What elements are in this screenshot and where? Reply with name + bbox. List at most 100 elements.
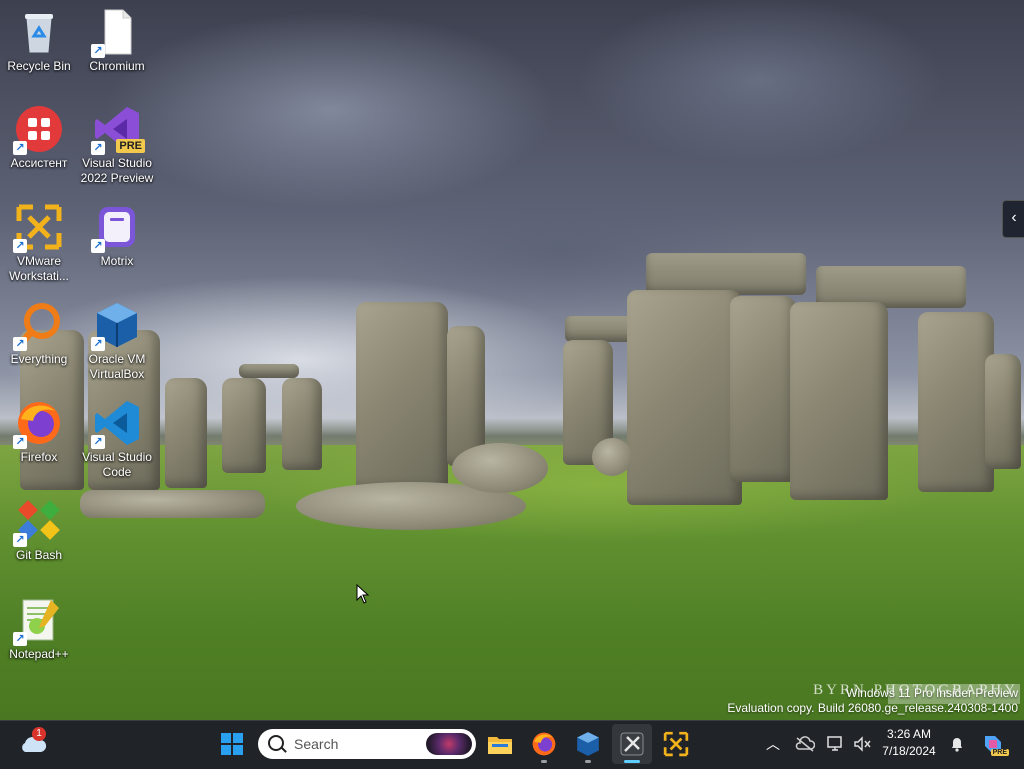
network-icon (827, 736, 842, 751)
desktop-icon-chromium[interactable]: ↗ Chromium (78, 8, 156, 74)
active-app-indicator (624, 760, 640, 763)
fallen-stone (452, 443, 548, 493)
lintel-stone (239, 364, 299, 378)
os-edition-text: Windows 11 Pro Insider Preview (846, 686, 1018, 700)
desktop-icon-label: Git Bash (15, 548, 63, 562)
lintel-stone (646, 253, 806, 295)
taskbar-vmware[interactable] (656, 724, 696, 764)
tools-icon (620, 732, 644, 756)
shortcut-arrow-icon: ↗ (91, 44, 105, 58)
desktop-icon-label: Visual Studio 2022 Preview (80, 156, 154, 185)
standing-stone (627, 290, 742, 505)
search-placeholder: Search (294, 736, 339, 752)
desktop-icon-label: Chromium (89, 59, 145, 73)
desktop-icon-motrix[interactable]: ↗ Motrix (78, 203, 156, 269)
desktop-icon-label: Ассистент (10, 156, 68, 170)
virtualbox-icon: ↗ (91, 301, 141, 351)
search-icon (268, 735, 284, 751)
standing-stone (165, 378, 207, 488)
everything-search-icon: ↗ (13, 301, 63, 351)
shortcut-arrow-icon: ↗ (13, 533, 27, 547)
assistant-icon: ↗ (13, 105, 63, 155)
desktop-icon-label: Motrix (100, 254, 134, 268)
mouse-cursor-icon (356, 584, 370, 604)
widgets-flyout-handle[interactable]: ‹ (1002, 200, 1024, 238)
standing-stone (356, 302, 448, 490)
windows-logo-icon (221, 733, 243, 755)
desktop-icon-assistant[interactable]: ↗ Ассистент (0, 105, 78, 171)
notification-center-button[interactable] (946, 720, 968, 768)
visual-studio-icon: PRE ↗ (91, 105, 145, 155)
desktop-icon-everything[interactable]: ↗ Everything (0, 301, 78, 367)
volume-button[interactable] (850, 720, 874, 768)
show-hidden-icons-button[interactable]: ︿ (762, 720, 784, 768)
standing-stone (790, 302, 888, 500)
shortcut-arrow-icon: ↗ (13, 435, 27, 449)
taskbar-file-explorer[interactable] (480, 724, 520, 764)
start-button[interactable] (212, 724, 252, 764)
clock-time: 3:26 AM (886, 727, 932, 741)
shortcut-arrow-icon: ↗ (13, 141, 27, 155)
desktop-icon-label: Visual Studio Code (82, 450, 152, 479)
taskbar-firefox[interactable] (524, 724, 564, 764)
desktop-icon-vscode[interactable]: ↗ Visual Studio Code (78, 399, 156, 480)
desktop-icon-visual-studio-preview[interactable]: PRE ↗ Visual Studio 2022 Preview (78, 105, 156, 186)
taskbar-tools-app[interactable] (612, 724, 652, 764)
fallen-stone (80, 490, 265, 518)
desktop-icon-label: Everything (10, 352, 68, 366)
desktop-icon-virtualbox[interactable]: ↗ Oracle VM VirtualBox (78, 301, 156, 382)
firefox-icon: ↗ (13, 399, 63, 449)
standing-stone (918, 312, 994, 492)
search-highlight-image (426, 733, 472, 755)
system-clock[interactable]: 3:26 AM 7/18/2024 (876, 726, 942, 760)
desktop-icon-label: Oracle VM VirtualBox (88, 352, 146, 381)
desktop-icon-firefox[interactable]: ↗ Firefox (0, 399, 78, 465)
network-button[interactable] (824, 720, 848, 768)
desktop-icon-label: Firefox (20, 450, 58, 464)
chevron-up-icon: ︿ (766, 736, 780, 752)
preview-badge: PRE (116, 139, 145, 153)
bell-icon (952, 738, 962, 752)
vmware-icon (663, 731, 689, 757)
vscode-icon: ↗ (91, 399, 141, 449)
build-info-text: Evaluation copy. Build 26080.ge_release.… (727, 701, 1018, 715)
vmware-icon: ↗ (13, 203, 63, 253)
recycle-bin-icon (15, 8, 63, 56)
taskbar-virtualbox[interactable] (568, 724, 608, 764)
standing-stone (730, 296, 796, 482)
standing-stone (222, 378, 266, 473)
shortcut-arrow-icon: ↗ (13, 239, 27, 253)
widgets-button[interactable]: 1 (12, 724, 52, 764)
fallen-stone (592, 438, 632, 476)
onedrive-button[interactable] (792, 720, 818, 768)
taskbar-search-box[interactable]: Search (258, 729, 476, 759)
volume-muted-icon (854, 736, 871, 752)
standing-stone (282, 378, 322, 470)
copilot-button[interactable]: PRE (978, 720, 1009, 768)
shortcut-arrow-icon: ↗ (91, 435, 105, 449)
notepad-plus-plus-icon: ↗ (13, 596, 63, 646)
running-indicator (585, 760, 591, 763)
shortcut-arrow-icon: ↗ (13, 632, 27, 646)
shortcut-arrow-icon: ↗ (91, 141, 105, 155)
copilot-preview-badge: PRE (990, 749, 1009, 756)
running-indicator (541, 760, 547, 763)
folder-icon (488, 737, 512, 754)
file-icon: ↗ (91, 8, 141, 58)
virtualbox-icon (577, 732, 599, 756)
desktop-icon-label: Notepad++ (9, 647, 69, 661)
desktop-icon-recycle-bin[interactable]: Recycle Bin (0, 8, 78, 74)
desktop-icon-label: VMware Workstati... (9, 254, 69, 283)
git-bash-icon: ↗ (13, 497, 63, 547)
desktop-icon-notepad-plus-plus[interactable]: ↗ Notepad++ (0, 596, 78, 662)
desktop-icon-label: Recycle Bin (7, 59, 71, 73)
notification-count-badge: 1 (32, 727, 46, 741)
desktop-icon-vmware[interactable]: ↗ VMware Workstati... (0, 203, 78, 284)
chevron-left-icon: ‹ (1011, 209, 1017, 226)
desktop-icon-git-bash[interactable]: ↗ Git Bash (0, 497, 78, 563)
clock-date: 7/18/2024 (882, 744, 936, 758)
standing-stone (985, 354, 1021, 469)
cloud-offline-icon (795, 736, 815, 752)
motrix-icon: ↗ (91, 203, 141, 253)
shortcut-arrow-icon: ↗ (91, 337, 105, 351)
